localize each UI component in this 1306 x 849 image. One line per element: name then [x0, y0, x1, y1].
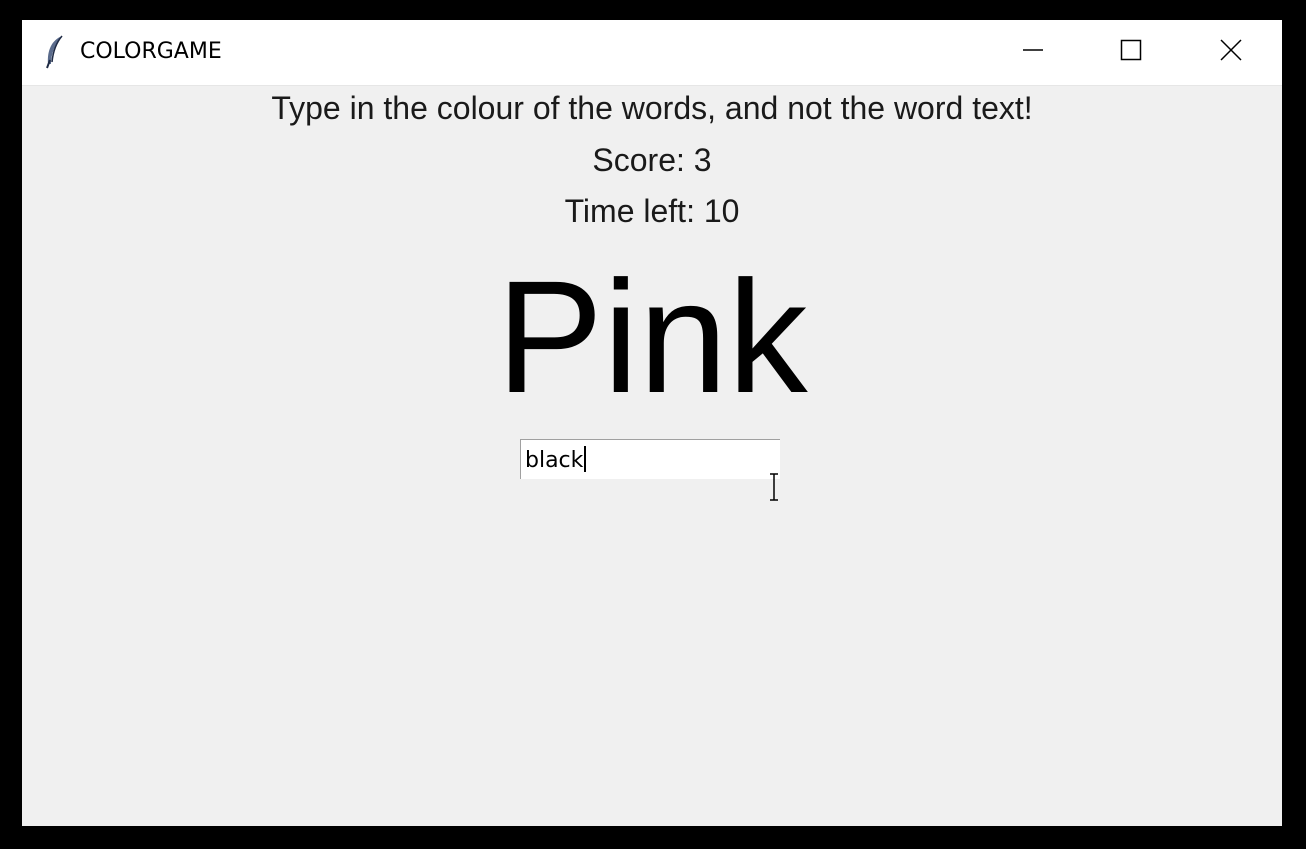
minimize-button[interactable]	[984, 20, 1082, 85]
maximize-button[interactable]	[1082, 20, 1180, 85]
minimize-icon	[1022, 39, 1044, 66]
title-bar[interactable]: COLORGAME	[22, 20, 1282, 86]
feather-icon	[42, 34, 68, 70]
score-label: Score: 3	[592, 142, 712, 178]
colour-word-label: Pink	[496, 247, 808, 426]
close-button[interactable]	[1182, 20, 1280, 85]
text-caret	[584, 446, 587, 472]
ibeam-cursor-icon	[768, 473, 780, 501]
time-left-label: Time left: 10	[564, 193, 740, 229]
instructions-label: Type in the colour of the words, and not…	[271, 90, 1033, 126]
window-title: COLORGAME	[80, 39, 222, 64]
entry-value: black	[525, 448, 584, 473]
close-icon	[1220, 39, 1242, 66]
colorgame-window: COLORGAME Type in the colour of the word…	[22, 20, 1282, 826]
colour-entry-field[interactable]: black	[520, 439, 780, 479]
maximize-icon	[1120, 39, 1142, 66]
